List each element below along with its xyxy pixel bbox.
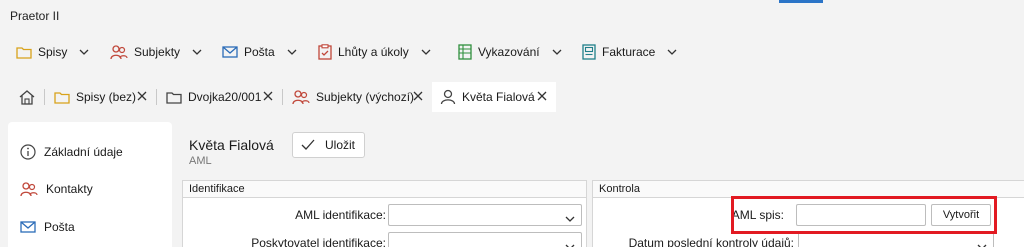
main-menu: Spisy Subjekty Pošta Lhůty a úkoly Vykaz… xyxy=(0,36,1024,68)
people-icon xyxy=(110,45,128,60)
page-title: Květa Fialová xyxy=(189,137,274,153)
poskytovatel-identifikace-label: Poskytovatel identifikace: xyxy=(251,236,386,247)
sidebar: Základní údaje Kontakty Pošta xyxy=(8,122,172,247)
chevron-down-icon xyxy=(977,239,987,247)
mail-icon xyxy=(20,221,36,233)
app-title: Praetor II xyxy=(10,9,60,23)
window-accent xyxy=(779,0,823,3)
aml-identifikace-label: AML identifikace: xyxy=(295,208,386,222)
menu-label: Subjekty xyxy=(134,45,181,59)
tab-separator xyxy=(282,89,283,105)
menu-posta[interactable]: Pošta xyxy=(222,36,297,68)
menu-label: Fakturace xyxy=(602,45,656,59)
sidebar-item-label: Pošta xyxy=(44,220,75,234)
clipboard-icon xyxy=(318,44,332,60)
chevron-down-icon xyxy=(192,49,202,55)
people-icon xyxy=(20,182,38,197)
people-icon xyxy=(292,90,310,105)
tab-label: Spisy (bez) xyxy=(76,90,137,104)
menu-spisy[interactable]: Spisy xyxy=(16,36,89,68)
highlight-frame xyxy=(731,196,997,234)
person-icon xyxy=(440,89,456,105)
menu-label: Lhůty a úkoly xyxy=(338,45,409,59)
sidebar-item-zakladni-udaje[interactable]: Základní údaje xyxy=(20,144,123,160)
aml-identifikace-dropdown[interactable] xyxy=(388,204,582,226)
menu-label: Vykazování xyxy=(478,45,540,59)
tab-subjekty[interactable]: Subjekty (výchozí) xyxy=(284,82,432,112)
menu-label: Spisy xyxy=(38,45,68,59)
datum-kontroly-label: Datum poslední kontroly údajů: xyxy=(628,236,794,247)
chevron-down-icon xyxy=(552,49,562,55)
tab-label: Subjekty (výchozí) xyxy=(316,90,415,104)
menu-label: Pošta xyxy=(244,45,275,59)
sidebar-item-label: Kontakty xyxy=(46,182,93,196)
folder-icon xyxy=(54,92,70,104)
save-button-label: Uložit xyxy=(325,138,356,152)
chevron-down-icon xyxy=(565,239,575,247)
home-icon xyxy=(19,90,35,105)
menu-vykazovani[interactable]: Vykazování xyxy=(458,36,562,68)
chevron-down-icon xyxy=(667,49,677,55)
title-bar: Praetor II xyxy=(0,0,1024,32)
close-icon[interactable] xyxy=(412,90,424,102)
document-folder-icon xyxy=(166,92,182,104)
tab-kveta-fialova[interactable]: Květa Fialová xyxy=(432,82,556,112)
document-tabs: Spisy (bez) Dvojka20/001 Subjekty (výcho… xyxy=(0,80,1024,112)
sidebar-item-label: Základní údaje xyxy=(44,145,123,159)
chevron-down-icon xyxy=(565,211,575,225)
menu-fakturace[interactable]: Fakturace xyxy=(582,36,677,68)
folder-icon xyxy=(16,47,32,59)
close-icon[interactable] xyxy=(536,90,548,102)
tab-home[interactable] xyxy=(10,82,46,112)
tab-separator xyxy=(156,89,157,105)
chevron-down-icon xyxy=(287,49,297,55)
save-button[interactable]: Uložit xyxy=(292,132,365,158)
invoice-icon xyxy=(582,44,596,60)
chevron-down-icon xyxy=(421,49,431,55)
spreadsheet-icon xyxy=(458,44,472,60)
sidebar-item-kontakty[interactable]: Kontakty xyxy=(20,181,93,197)
menu-subjekty[interactable]: Subjekty xyxy=(110,36,202,68)
sidebar-item-posta[interactable]: Pošta xyxy=(20,220,75,234)
identifikace-panel: Identifikace AML identifikace: Poskytova… xyxy=(182,180,587,247)
close-icon[interactable] xyxy=(262,90,274,102)
mail-icon xyxy=(222,46,238,58)
datum-kontroly-dropdown[interactable] xyxy=(798,232,994,247)
checkmark-icon xyxy=(301,139,315,150)
tab-dvojka[interactable]: Dvojka20/001 xyxy=(158,82,282,112)
panel-title: Identifikace xyxy=(183,181,586,198)
tab-spisy[interactable]: Spisy (bez) xyxy=(46,82,156,112)
close-icon[interactable] xyxy=(136,90,148,102)
info-icon xyxy=(20,144,36,160)
tab-label: Dvojka20/001 xyxy=(188,90,262,104)
tab-label: Květa Fialová xyxy=(462,90,535,104)
page-subtitle: AML xyxy=(189,155,212,167)
tab-separator xyxy=(44,89,45,105)
chevron-down-icon xyxy=(79,49,89,55)
menu-lhuty[interactable]: Lhůty a úkoly xyxy=(318,36,431,68)
poskytovatel-identifikace-dropdown[interactable] xyxy=(388,232,582,247)
